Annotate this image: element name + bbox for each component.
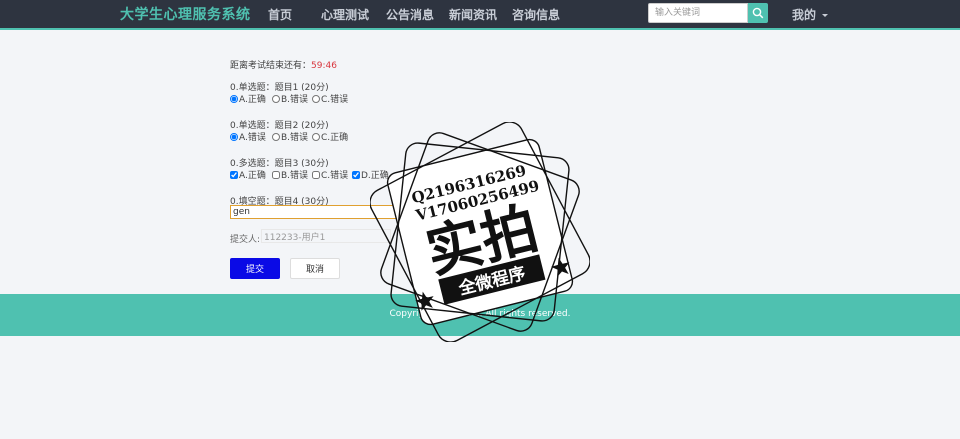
- radio-q2-b[interactable]: [272, 132, 280, 141]
- option-q2-b[interactable]: B.错误: [272, 130, 312, 143]
- timer-value: 59:46: [311, 61, 337, 71]
- user-menu[interactable]: 我的: [792, 6, 829, 23]
- submit-button[interactable]: 提交: [230, 258, 280, 279]
- radio-q2-c[interactable]: [312, 132, 320, 141]
- nav-item-psych-test[interactable]: 心理测试: [321, 6, 369, 23]
- nav-item-news[interactable]: 新闻资讯: [449, 6, 497, 23]
- site-footer: Copyright © 2022 ... All rights reserved…: [0, 294, 960, 336]
- search-icon: [752, 7, 764, 19]
- checkbox-q3-b[interactable]: [272, 170, 280, 179]
- radio-q1-b[interactable]: [272, 94, 280, 103]
- timer-label: 距离考试结束还有：: [230, 61, 312, 71]
- nav-item-announcements[interactable]: 公告消息: [386, 6, 434, 23]
- option-q3-b[interactable]: B.错误: [272, 168, 312, 181]
- chevron-down-icon: [822, 14, 829, 17]
- exam-timer: 距离考试结束还有：59:46: [230, 58, 337, 71]
- submitter-label: 提交人:: [230, 235, 261, 245]
- search-button[interactable]: [748, 3, 768, 23]
- option-q2-c[interactable]: C.正确: [312, 130, 348, 143]
- question-options-2: A.错误 B.错误 C.正确: [230, 130, 348, 143]
- fill-blank-answer-input[interactable]: [230, 205, 480, 219]
- watermark-line-1: Q2196316269: [410, 161, 528, 207]
- top-navbar: 大学生心理服务系统 首页 心理测试 公告消息 新闻资讯 咨询信息 我的: [0, 0, 960, 30]
- option-q3-d[interactable]: D.正确: [352, 168, 389, 181]
- submitter-field: [261, 229, 391, 243]
- option-q3-c[interactable]: C.错误: [312, 168, 352, 181]
- checkbox-q3-d[interactable]: [352, 170, 360, 179]
- star-icon: [551, 257, 570, 277]
- nav-item-home[interactable]: 首页: [268, 6, 292, 23]
- option-q1-c[interactable]: C.错误: [312, 92, 348, 105]
- option-q2-a[interactable]: A.错误: [230, 130, 272, 143]
- checkbox-q3-a[interactable]: [230, 170, 238, 179]
- search-input[interactable]: [648, 3, 748, 23]
- radio-q1-c[interactable]: [312, 94, 320, 103]
- option-q1-b[interactable]: B.错误: [272, 92, 312, 105]
- question-options-1: A.正确 B.错误 C.错误: [230, 92, 348, 105]
- option-q1-a[interactable]: A.正确: [230, 92, 272, 105]
- radio-q2-a[interactable]: [230, 132, 238, 141]
- copyright-text: Copyright © 2022 ... All rights reserved…: [389, 309, 571, 319]
- nav-item-consulting[interactable]: 咨询信息: [512, 6, 560, 23]
- cancel-button[interactable]: 取消: [290, 258, 340, 279]
- checkbox-q3-c[interactable]: [312, 170, 320, 179]
- site-brand[interactable]: 大学生心理服务系统: [120, 4, 251, 24]
- question-options-3: A.正确 B.错误 C.错误 D.正确: [230, 168, 389, 181]
- user-menu-label: 我的: [792, 8, 817, 22]
- radio-q1-a[interactable]: [230, 94, 238, 103]
- option-q3-a[interactable]: A.正确: [230, 168, 272, 181]
